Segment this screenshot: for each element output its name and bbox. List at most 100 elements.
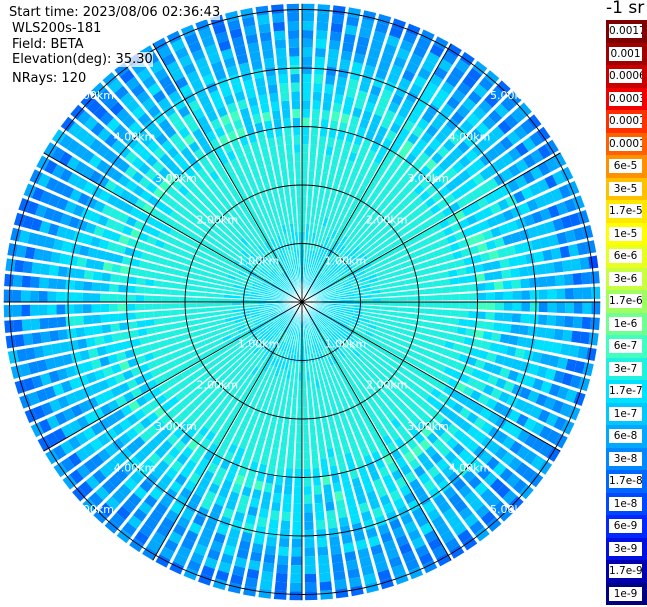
data-cell xyxy=(135,303,145,311)
data-cell xyxy=(126,285,136,294)
data-cell xyxy=(459,310,469,318)
data-cell xyxy=(310,126,319,136)
start-time-label: Start time: 2023/08/06 02:36:43 xyxy=(9,5,221,20)
data-cell xyxy=(65,292,75,302)
data-cell xyxy=(536,326,547,338)
data-cell xyxy=(302,135,309,145)
data-cell xyxy=(5,258,16,272)
colorbar-swatch: 0.0017 xyxy=(606,20,647,43)
data-cell xyxy=(321,110,331,120)
data-cell xyxy=(73,304,83,314)
data-cell xyxy=(12,289,22,302)
data-cell xyxy=(304,547,316,557)
data-cell xyxy=(264,66,276,77)
data-cell xyxy=(451,302,460,309)
data-cell xyxy=(319,572,332,583)
data-cell xyxy=(286,3,299,13)
data-cell xyxy=(312,467,321,478)
data-cell xyxy=(336,454,346,465)
data-cell xyxy=(319,127,328,138)
range-ring-label: 5.00km xyxy=(72,503,114,516)
data-cell xyxy=(311,109,321,119)
data-cell xyxy=(304,521,314,531)
data-cell xyxy=(342,480,352,491)
data-cell xyxy=(288,38,300,48)
range-ring-label: 5.00km xyxy=(72,89,114,102)
data-cell xyxy=(295,442,302,452)
data-cell xyxy=(329,31,342,42)
data-cell xyxy=(188,291,198,297)
data-cell xyxy=(443,253,455,262)
data-cell xyxy=(255,5,269,16)
data-cell xyxy=(327,518,338,529)
data-cell xyxy=(100,283,110,292)
data-cell xyxy=(433,308,443,316)
data-cell xyxy=(302,73,312,83)
data-cell xyxy=(317,546,329,556)
data-cell xyxy=(289,65,300,75)
data-cell xyxy=(298,389,302,399)
data-cell xyxy=(83,270,94,280)
data-cell xyxy=(454,258,465,268)
data-cell xyxy=(144,303,153,311)
data-cell xyxy=(295,459,302,469)
colorbar-swatch: 6e-7 xyxy=(606,335,647,358)
data-cell xyxy=(149,254,160,264)
data-cell xyxy=(118,275,129,284)
data-cell xyxy=(179,296,188,302)
data-cell xyxy=(294,161,301,171)
data-cell xyxy=(57,329,68,341)
data-cell xyxy=(468,302,478,310)
colorbar-swatch: 1.7e-6 xyxy=(606,290,647,313)
data-cell xyxy=(331,14,345,25)
colorbar-swatch: 3e-7 xyxy=(606,357,647,380)
data-cell xyxy=(21,319,32,332)
colorbar-swatch: 6e-9 xyxy=(606,515,647,538)
data-cell xyxy=(47,278,58,290)
data-cell xyxy=(290,73,300,83)
data-cell xyxy=(293,494,302,504)
data-cell xyxy=(492,270,503,280)
data-cell xyxy=(273,590,287,600)
data-cell xyxy=(315,30,328,40)
data-cell xyxy=(304,582,318,592)
field-label: Field: BETA xyxy=(12,37,84,52)
data-cell xyxy=(56,304,66,315)
data-cell xyxy=(476,311,486,320)
data-cell xyxy=(252,113,262,124)
data-cell xyxy=(305,591,318,601)
data-cell xyxy=(501,323,512,333)
data-cell xyxy=(118,284,128,293)
colorbar-tick-label: 6e-9 xyxy=(609,519,642,533)
data-cell xyxy=(303,398,308,408)
data-cell xyxy=(276,56,288,67)
data-cell xyxy=(442,294,452,301)
data-cell xyxy=(302,223,306,232)
data-cell xyxy=(311,118,320,128)
data-cell xyxy=(332,437,341,448)
data-cell xyxy=(415,308,425,314)
data-cell xyxy=(278,74,289,84)
colorbar-tick-label: 1e-7 xyxy=(609,406,642,421)
data-cell xyxy=(286,12,300,22)
data-cell xyxy=(161,303,171,310)
data-cell xyxy=(290,573,302,583)
data-cell xyxy=(101,272,111,282)
data-cell xyxy=(314,494,324,504)
data-cell xyxy=(582,302,592,315)
data-cell xyxy=(259,31,272,42)
colorbar-tick-label: 6e-7 xyxy=(609,339,642,353)
colorbar-tick-label: 1.7e-6 xyxy=(609,294,642,308)
data-cell xyxy=(332,5,346,16)
data-cell xyxy=(31,262,42,275)
data-cell xyxy=(279,529,291,539)
range-ring-label: 3.00km xyxy=(407,420,449,433)
data-cell xyxy=(161,288,171,296)
data-cell xyxy=(258,588,272,599)
data-cell xyxy=(48,317,58,329)
data-cell xyxy=(328,40,341,51)
colorbar-tick-label: 1e-8 xyxy=(609,496,642,511)
data-cell xyxy=(335,588,349,599)
data-cell xyxy=(304,573,317,583)
data-cell xyxy=(109,293,118,302)
